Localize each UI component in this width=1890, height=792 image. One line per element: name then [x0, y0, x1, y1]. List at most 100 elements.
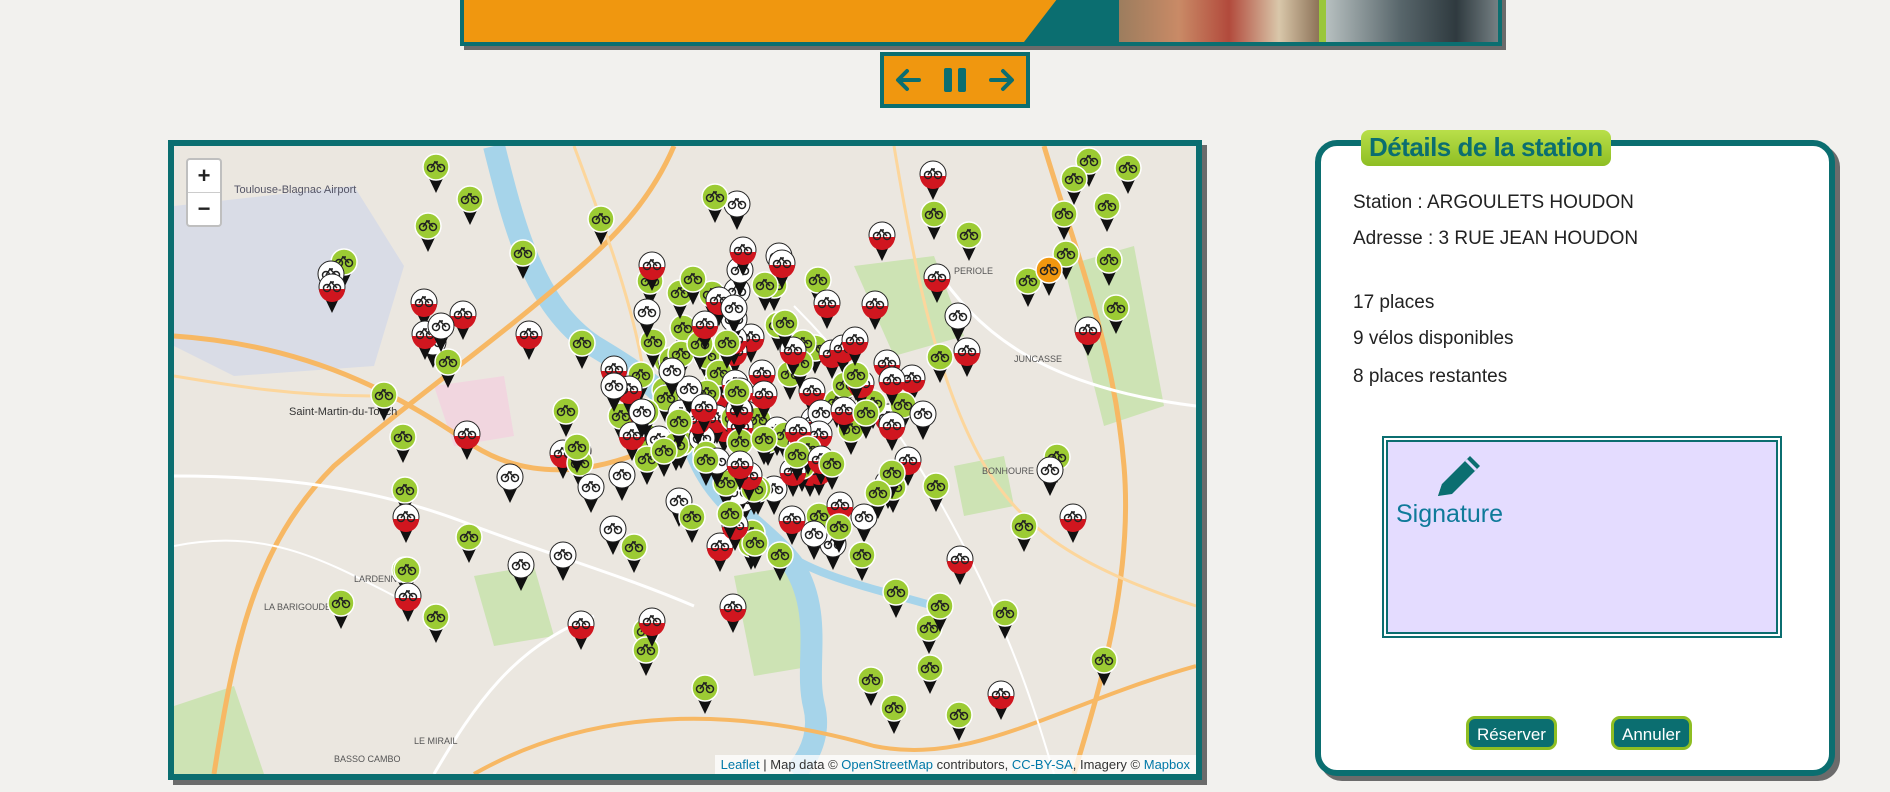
station-marker-icon[interactable]	[393, 582, 423, 624]
station-marker-icon[interactable]	[1092, 192, 1122, 234]
station-marker-icon[interactable]	[421, 153, 451, 195]
station-marker-icon[interactable]	[637, 607, 667, 649]
station-marker-icon[interactable]	[657, 357, 687, 399]
arrow-right-icon[interactable]	[985, 63, 1019, 97]
station-marker-icon[interactable]	[413, 212, 443, 254]
station-marker-icon[interactable]	[812, 289, 842, 331]
station-marker-icon[interactable]	[700, 183, 730, 225]
station-marker-icon[interactable]	[637, 251, 667, 293]
station-map[interactable]: Toulouse-Blagnac Airport Saint-Martin-du…	[168, 140, 1202, 780]
station-marker-icon[interactable]	[824, 513, 854, 555]
station-marker-icon[interactable]	[598, 515, 628, 557]
station-marker-icon[interactable]	[317, 273, 347, 315]
station-marker-icon[interactable]	[722, 378, 752, 420]
station-marker-icon[interactable]	[1059, 165, 1089, 207]
openstreetmap-link[interactable]: OpenStreetMap	[841, 757, 933, 772]
station-marker-icon[interactable]	[586, 205, 616, 247]
station-marker-icon[interactable]	[1101, 294, 1131, 336]
station-marker-icon[interactable]	[908, 400, 938, 442]
station-marker-icon[interactable]	[599, 372, 629, 414]
station-marker-icon[interactable]	[678, 265, 708, 307]
station-marker-icon[interactable]	[1089, 646, 1119, 688]
station-marker-icon[interactable]	[627, 398, 657, 440]
station-marker-icon[interactable]	[918, 160, 948, 202]
station-marker-icon[interactable]	[925, 343, 955, 385]
leaflet-link[interactable]: Leaflet	[721, 757, 760, 772]
station-marker-icon[interactable]	[495, 463, 525, 505]
attribution-text-1: | Map data ©	[759, 757, 842, 772]
mapbox-link[interactable]: Mapbox	[1144, 757, 1190, 772]
station-marker-icon[interactable]	[326, 589, 356, 631]
station-marker-icon[interactable]	[922, 263, 952, 305]
station-marker-icon[interactable]	[1034, 256, 1064, 298]
station-marker-icon[interactable]	[508, 239, 538, 281]
station-marker-icon[interactable]	[690, 310, 720, 352]
station-marker-icon[interactable]	[689, 393, 719, 435]
station-marker-icon[interactable]	[391, 503, 421, 545]
station-marker-icon[interactable]	[840, 326, 870, 368]
station-marker-icon[interactable]	[421, 603, 451, 645]
station-marker-icon[interactable]	[1009, 512, 1039, 554]
station-marker-icon[interactable]	[677, 503, 707, 545]
station-marker-icon[interactable]	[767, 249, 797, 291]
station-marker-icon[interactable]	[548, 541, 578, 583]
station-marker-icon[interactable]	[943, 302, 973, 344]
station-marker-icon[interactable]	[369, 381, 399, 423]
station-marker-icon[interactable]	[986, 680, 1016, 722]
station-marker-icon[interactable]	[562, 433, 592, 475]
station-marker-icon[interactable]	[718, 593, 748, 635]
station-marker-icon[interactable]	[388, 423, 418, 465]
map-attribution: Leaflet | Map data © OpenStreetMap contr…	[714, 755, 1196, 774]
station-marker-icon[interactable]	[649, 437, 679, 479]
pause-icon[interactable]	[938, 63, 972, 97]
station-marker-icon[interactable]	[576, 473, 606, 515]
cancel-button[interactable]: Annuler	[1611, 716, 1692, 750]
license-link[interactable]: CC-BY-SA	[1012, 757, 1073, 772]
station-marker-icon[interactable]	[856, 666, 886, 708]
signature-canvas[interactable]: Signature	[1382, 436, 1782, 638]
zoom-in-button[interactable]: +	[188, 160, 220, 192]
station-marker-icon[interactable]	[945, 545, 975, 587]
station-marker-icon[interactable]	[877, 366, 907, 408]
station-marker-icon[interactable]	[765, 541, 795, 583]
station-marker-icon[interactable]	[426, 312, 456, 354]
station-marker-icon[interactable]	[567, 329, 597, 371]
station-marker-icon[interactable]	[566, 610, 596, 652]
station-marker-icon[interactable]	[691, 446, 721, 488]
zoom-out-button[interactable]: −	[188, 192, 220, 225]
station-marker-icon[interactable]	[990, 599, 1020, 641]
station-marker-icon[interactable]	[632, 298, 662, 340]
zoom-control: + −	[186, 158, 222, 227]
station-marker-icon[interactable]	[514, 320, 544, 362]
reserve-button[interactable]: Réserver	[1466, 716, 1557, 750]
banner-photo	[1326, 0, 1498, 42]
station-marker-icon[interactable]	[881, 578, 911, 620]
station-marker-icon[interactable]	[944, 701, 974, 743]
station-marker-icon[interactable]	[919, 200, 949, 242]
station-marker-icon[interactable]	[454, 523, 484, 565]
station-marker-icon[interactable]	[925, 592, 955, 634]
station-marker-icon[interactable]	[455, 185, 485, 227]
station-name: Station : ARGOULETS HOUDON	[1353, 192, 1634, 213]
station-marker-icon[interactable]	[690, 674, 720, 716]
station-marker-icon[interactable]	[770, 309, 800, 351]
station-marker-icon[interactable]	[863, 479, 893, 521]
station-marker-icon[interactable]	[915, 654, 945, 696]
station-marker-icon[interactable]	[777, 505, 807, 547]
station-marker-icon[interactable]	[725, 450, 755, 492]
station-marker-icon[interactable]	[877, 411, 907, 453]
station-marker-icon[interactable]	[715, 500, 745, 542]
arrow-left-icon[interactable]	[891, 63, 925, 97]
banner-bike-photo	[1119, 0, 1319, 42]
station-marker-icon[interactable]	[452, 420, 482, 462]
station-marker-icon[interactable]	[954, 221, 984, 263]
station-marker-icon[interactable]	[1058, 503, 1088, 545]
station-marker-icon[interactable]	[1113, 154, 1143, 196]
station-marker-icon[interactable]	[1094, 246, 1124, 288]
station-marker-icon[interactable]	[506, 551, 536, 593]
station-marker-icon[interactable]	[1073, 316, 1103, 358]
station-marker-icon[interactable]	[867, 221, 897, 263]
station-marker-icon[interactable]	[817, 450, 847, 492]
station-marker-icon[interactable]	[1035, 456, 1065, 498]
station-marker-icon[interactable]	[921, 472, 951, 514]
